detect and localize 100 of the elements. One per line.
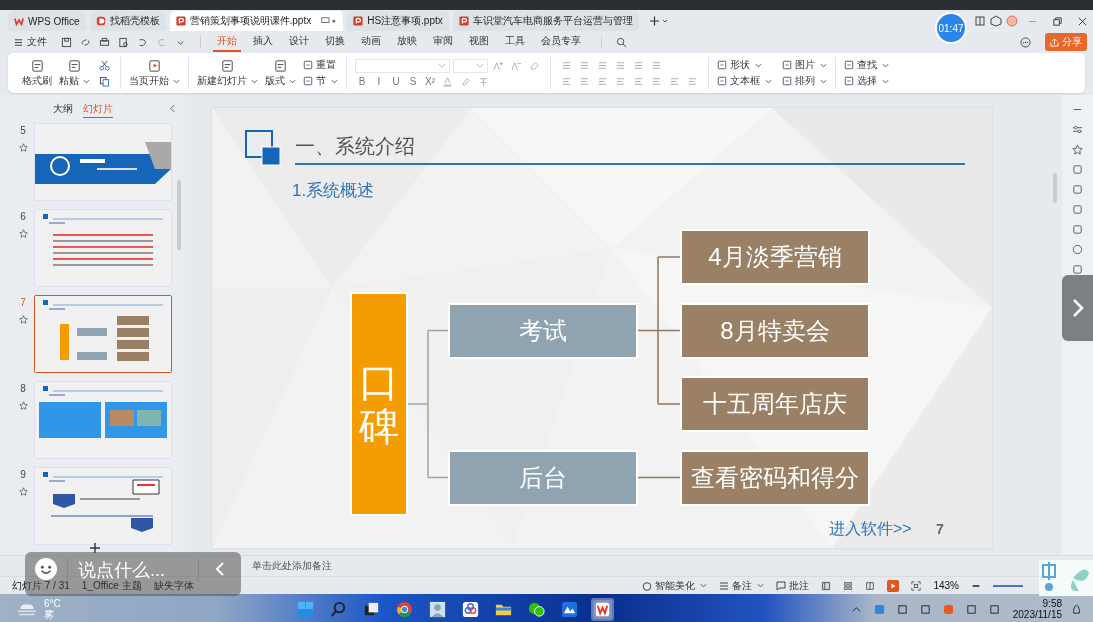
star-icon[interactable] [18, 143, 28, 152]
list-format-icon[interactable] [633, 59, 644, 71]
chat-icon[interactable] [1020, 36, 1031, 48]
square-icon[interactable] [1072, 264, 1083, 275]
beautify-button[interactable]: 智能美化 [642, 578, 708, 593]
square-icon[interactable] [1072, 204, 1083, 215]
collapse-icon[interactable] [169, 104, 176, 113]
print-icon[interactable] [99, 36, 110, 48]
next-slide-button[interactable] [1062, 275, 1093, 341]
ribbon-button[interactable]: 选择 [844, 74, 889, 88]
slide-thumbnail[interactable] [34, 295, 172, 373]
star-icon[interactable] [1072, 144, 1083, 155]
align-icon[interactable] [669, 75, 680, 87]
sliders-icon[interactable] [1072, 124, 1083, 135]
panel-tab[interactable]: 大纲 [52, 100, 73, 118]
copy-icon[interactable] [99, 75, 110, 87]
notes-button[interactable]: 备注 [719, 578, 765, 593]
close-icon[interactable] [1077, 15, 1088, 27]
ribbon-button[interactable]: 排列 [782, 74, 827, 88]
list-format-icon[interactable] [597, 59, 608, 71]
file-menu[interactable]: 文件 [14, 35, 47, 49]
format-button[interactable]: X² [423, 76, 437, 88]
undo-icon[interactable] [137, 36, 148, 48]
shrink-font-icon[interactable] [511, 60, 522, 72]
ribbon-button[interactable]: 查找 [844, 58, 889, 72]
format-button[interactable]: B [355, 76, 369, 88]
ribbon-tab[interactable]: 设计 [285, 32, 313, 52]
format-button[interactable]: U [389, 76, 403, 88]
ribbon-tab[interactable]: 动画 [357, 32, 385, 52]
ribbon-tab[interactable]: 插入 [249, 32, 277, 52]
document-tab[interactable]: 找稻壳模板 [89, 11, 166, 31]
align-icon[interactable] [633, 75, 644, 87]
eraser-icon[interactable] [529, 60, 540, 72]
play-icon[interactable] [887, 579, 900, 592]
comments-button[interactable]: 批注 [776, 578, 810, 593]
restore-icon[interactable] [1052, 15, 1063, 27]
align-icon[interactable] [651, 75, 662, 87]
scrollbar-thumb[interactable] [177, 180, 181, 250]
ribbon-button[interactable]: 形状 [717, 58, 772, 72]
document-tab[interactable]: HS注意事项.pptx [347, 11, 449, 31]
star-icon[interactable] [18, 315, 28, 324]
list-format-icon[interactable] [561, 59, 572, 71]
zoom-level[interactable]: 143% [933, 580, 959, 591]
star-icon[interactable] [18, 229, 28, 238]
enter-software-link[interactable]: 进入软件>> [829, 519, 912, 540]
ribbon-tab[interactable]: 视图 [465, 32, 493, 52]
square-icon[interactable] [1072, 164, 1083, 175]
star-icon[interactable] [18, 401, 28, 410]
ribbon-button[interactable]: 版式 [265, 58, 296, 88]
align-icon[interactable] [597, 75, 608, 87]
preview-icon[interactable] [118, 36, 129, 48]
normal-view-icon[interactable] [821, 580, 832, 591]
font-size-field[interactable] [453, 58, 488, 73]
help-icon[interactable] [1072, 244, 1083, 255]
grow-font-icon[interactable] [493, 60, 504, 72]
phonetic-icon[interactable] [478, 76, 489, 88]
reading-view-icon[interactable] [865, 580, 876, 591]
list-format-icon[interactable] [615, 59, 626, 71]
ribbon-button[interactable]: 重置 [303, 58, 338, 72]
ribbon-button[interactable]: 当页开始 [129, 58, 180, 88]
fit-icon[interactable] [911, 580, 922, 591]
add-slide-button[interactable] [90, 543, 100, 553]
notification-icon[interactable] [1071, 603, 1082, 615]
ribbon-button[interactable]: 新建幻灯片 [197, 58, 258, 88]
document-tab[interactable]: WPS Office [8, 11, 86, 31]
search-icon[interactable] [616, 36, 627, 48]
wps-icon[interactable] [591, 597, 615, 621]
ribbon-tab[interactable]: 工具 [501, 32, 529, 52]
smiley-icon[interactable] [35, 558, 57, 580]
square-icon[interactable] [1072, 224, 1083, 235]
save-icon[interactable] [61, 36, 72, 48]
grid-view-icon[interactable] [843, 580, 854, 591]
fog-icon[interactable] [16, 601, 38, 617]
ribbon-button[interactable]: 节 [303, 74, 338, 88]
star-icon[interactable] [18, 487, 28, 496]
document-tab[interactable]: 营销策划事项说明课件.pptx [169, 11, 344, 31]
ribbon-button[interactable]: 格式刷 [22, 58, 52, 88]
format-button[interactable]: S [406, 76, 420, 88]
document-tab[interactable]: 车识堂汽车电商服务平台运营与管理 [452, 11, 639, 31]
new-tab-button[interactable] [648, 16, 669, 26]
align-icon[interactable] [579, 75, 590, 87]
ribbon-button[interactable]: 文本框 [717, 74, 772, 88]
notes-field[interactable]: 单击此处添加备注 [252, 559, 332, 573]
ribbon-tab[interactable]: 切换 [321, 32, 349, 52]
ribbon-tab[interactable]: 会员专享 [537, 32, 585, 52]
ribbon-tab[interactable]: 审阅 [429, 32, 457, 52]
list-format-icon[interactable] [579, 59, 590, 71]
book-icon[interactable] [974, 15, 986, 27]
align-icon[interactable] [615, 75, 626, 87]
square-icon[interactable] [1072, 184, 1083, 195]
font-family-field[interactable] [355, 58, 450, 73]
ribbon-button[interactable]: 粘贴 [59, 58, 90, 88]
scissors-icon[interactable] [99, 59, 110, 71]
font-color-icon[interactable] [442, 76, 453, 88]
ribbon-button[interactable]: 图片 [782, 58, 827, 72]
panel-tab[interactable]: 幻灯片 [82, 100, 113, 118]
input-method-widget[interactable] [1039, 560, 1093, 596]
format-button[interactable]: I [372, 76, 386, 88]
align-icon[interactable] [561, 75, 572, 87]
align-icon[interactable] [687, 75, 698, 87]
